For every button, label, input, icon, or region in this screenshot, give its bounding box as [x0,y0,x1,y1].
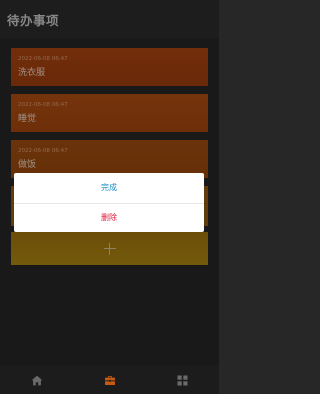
briefcase-icon [104,375,115,385]
tab-apps[interactable] [153,366,213,394]
tab-todo[interactable] [80,366,140,394]
grid-icon [177,375,188,385]
tab-home[interactable] [7,366,67,394]
bottom-tab-bar [0,366,219,394]
done-button[interactable]: 完成 [14,173,204,203]
home-icon [31,375,42,385]
delete-button[interactable]: 删除 [14,202,204,233]
action-dialog: 完成 删除 [14,173,204,232]
app-screen: 待办事项 2022-06-08 06:47 洗衣服 2022-06-08 06:… [0,0,219,394]
